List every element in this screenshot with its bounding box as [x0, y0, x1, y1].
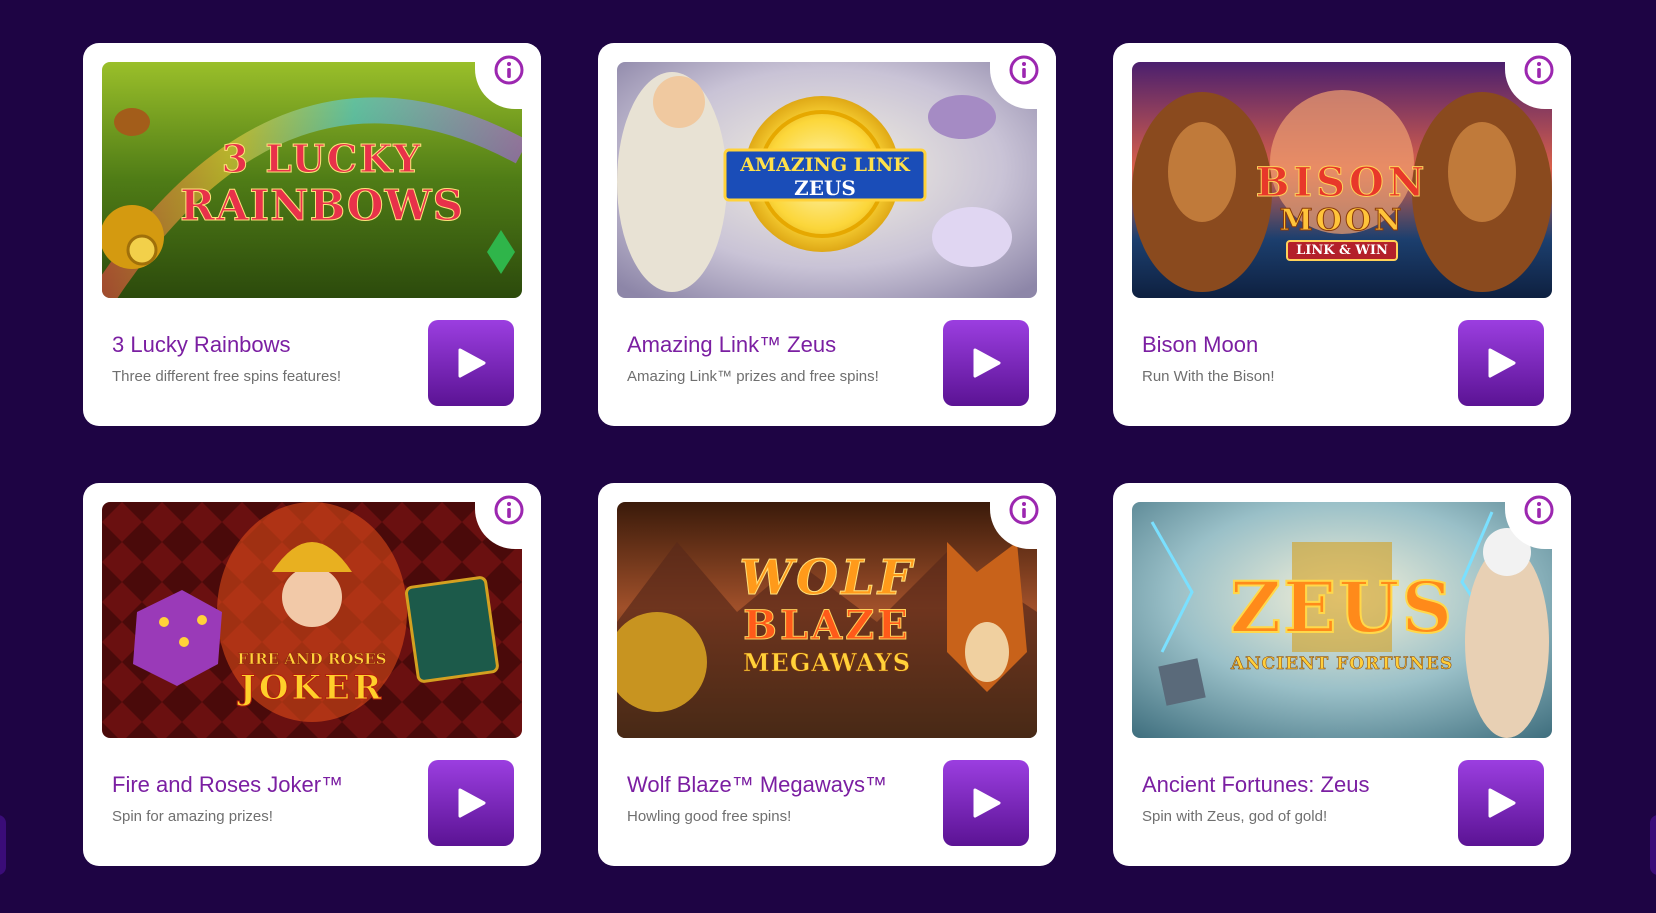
game-meta: 3 Lucky Rainbows Three different free sp…	[102, 318, 522, 408]
play-icon	[458, 348, 486, 378]
play-icon	[458, 788, 486, 818]
game-logo-line: BISON	[1255, 159, 1429, 206]
game-subtitle: Spin for amazing prizes!	[112, 808, 273, 825]
game-card[interactable]: FIRE AND ROSES JOKER Fire and Roses Joke…	[83, 483, 541, 866]
play-button[interactable]	[1458, 320, 1544, 406]
game-thumbnail[interactable]: WOLF BLAZE MEGAWAYS	[617, 502, 1037, 738]
game-meta: Ancient Fortunes: Zeus Spin with Zeus, g…	[1132, 758, 1552, 848]
play-button[interactable]	[428, 760, 514, 846]
carousel-edge-left	[0, 815, 6, 875]
info-circle-icon	[494, 495, 524, 525]
game-card[interactable]: ZEUS ANCIENT FORTUNES Ancient Fortunes: …	[1113, 483, 1571, 866]
game-meta: Fire and Roses Joker™ Spin for amazing p…	[102, 758, 522, 848]
game-logo-line: 3 LUCKY	[221, 136, 423, 182]
game-logo-line: WOLF	[739, 550, 915, 606]
game-logo: WOLF BLAZE MEGAWAYS	[707, 550, 947, 678]
game-logo: FIRE AND ROSES JOKER	[202, 650, 422, 709]
carousel-edge-right	[1650, 815, 1656, 875]
game-title[interactable]: Bison Moon	[1142, 332, 1258, 358]
play-icon	[1488, 788, 1516, 818]
game-subtitle: Amazing Link™ prizes and free spins!	[627, 368, 879, 385]
game-subtitle: Run With the Bison!	[1142, 368, 1275, 385]
game-card[interactable]: 3 LUCKY RAINBOWS 3 Lucky Rainbows Three …	[83, 43, 541, 426]
game-meta: Amazing Link™ Zeus Amazing Link™ prizes …	[617, 318, 1037, 408]
game-title[interactable]: Ancient Fortunes: Zeus	[1142, 772, 1369, 798]
game-title[interactable]: Wolf Blaze™ Megaways™	[627, 772, 887, 798]
game-meta: Bison Moon Run With the Bison!	[1132, 318, 1552, 408]
games-grid: 3 LUCKY RAINBOWS 3 Lucky Rainbows Three …	[83, 43, 1571, 866]
game-logo-line: RAINBOWS	[180, 181, 464, 231]
game-logo-line: ZEUS	[1229, 565, 1455, 650]
info-circle-icon	[1009, 495, 1039, 525]
play-icon	[1488, 348, 1516, 378]
info-circle-icon	[1524, 495, 1554, 525]
game-card[interactable]: WOLF BLAZE MEGAWAYS Wolf Blaze™ Megaways…	[598, 483, 1056, 866]
game-thumbnail[interactable]: AMAZING LINK ZEUS	[617, 62, 1037, 298]
game-logo: BISON MOON LINK & WIN	[1232, 159, 1452, 261]
play-button[interactable]	[943, 320, 1029, 406]
game-card[interactable]: AMAZING LINK ZEUS Amazing Link™ Zeus Ama…	[598, 43, 1056, 426]
game-meta: Wolf Blaze™ Megaways™ Howling good free …	[617, 758, 1037, 848]
play-button[interactable]	[1458, 760, 1544, 846]
game-logo-line: AMAZING LINK	[740, 154, 910, 176]
info-circle-icon	[494, 55, 524, 85]
game-logo-line: ANCIENT FORTUNES	[1230, 654, 1454, 675]
game-thumbnail[interactable]: BISON MOON LINK & WIN	[1132, 62, 1552, 298]
play-button[interactable]	[428, 320, 514, 406]
play-icon	[973, 348, 1001, 378]
play-icon	[973, 788, 1001, 818]
game-title[interactable]: Amazing Link™ Zeus	[627, 332, 836, 358]
game-logo: AMAZING LINK ZEUS	[725, 150, 925, 200]
game-title[interactable]: 3 Lucky Rainbows	[112, 332, 291, 358]
game-logo-line: MEGAWAYS	[742, 648, 912, 678]
game-logo-line: JOKER	[239, 668, 385, 709]
info-circle-icon	[1524, 55, 1554, 85]
play-button[interactable]	[943, 760, 1029, 846]
game-subtitle: Three different free spins features!	[112, 368, 342, 385]
info-circle-icon	[1009, 55, 1039, 85]
game-logo-line: FIRE AND ROSES	[237, 650, 387, 669]
game-card[interactable]: BISON MOON LINK & WIN Bison Moon Run Wit…	[1113, 43, 1571, 426]
game-logo-line: BLAZE	[743, 602, 911, 649]
game-thumbnail[interactable]: FIRE AND ROSES JOKER	[102, 502, 522, 738]
game-subtitle: Spin with Zeus, god of gold!	[1142, 808, 1328, 825]
game-title[interactable]: Fire and Roses Joker™	[112, 772, 343, 798]
game-thumbnail[interactable]: 3 LUCKY RAINBOWS	[102, 62, 522, 298]
game-thumbnail[interactable]: ZEUS ANCIENT FORTUNES	[1132, 502, 1552, 738]
game-logo-line: ZEUS	[794, 176, 856, 200]
game-subtitle: Howling good free spins!	[627, 808, 792, 825]
game-logo: 3 LUCKY RAINBOWS	[172, 136, 472, 231]
game-logo-line: LINK & WIN	[1286, 240, 1398, 261]
game-logo-line: MOON	[1279, 203, 1405, 238]
game-logo: ZEUS ANCIENT FORTUNES	[1222, 562, 1462, 674]
